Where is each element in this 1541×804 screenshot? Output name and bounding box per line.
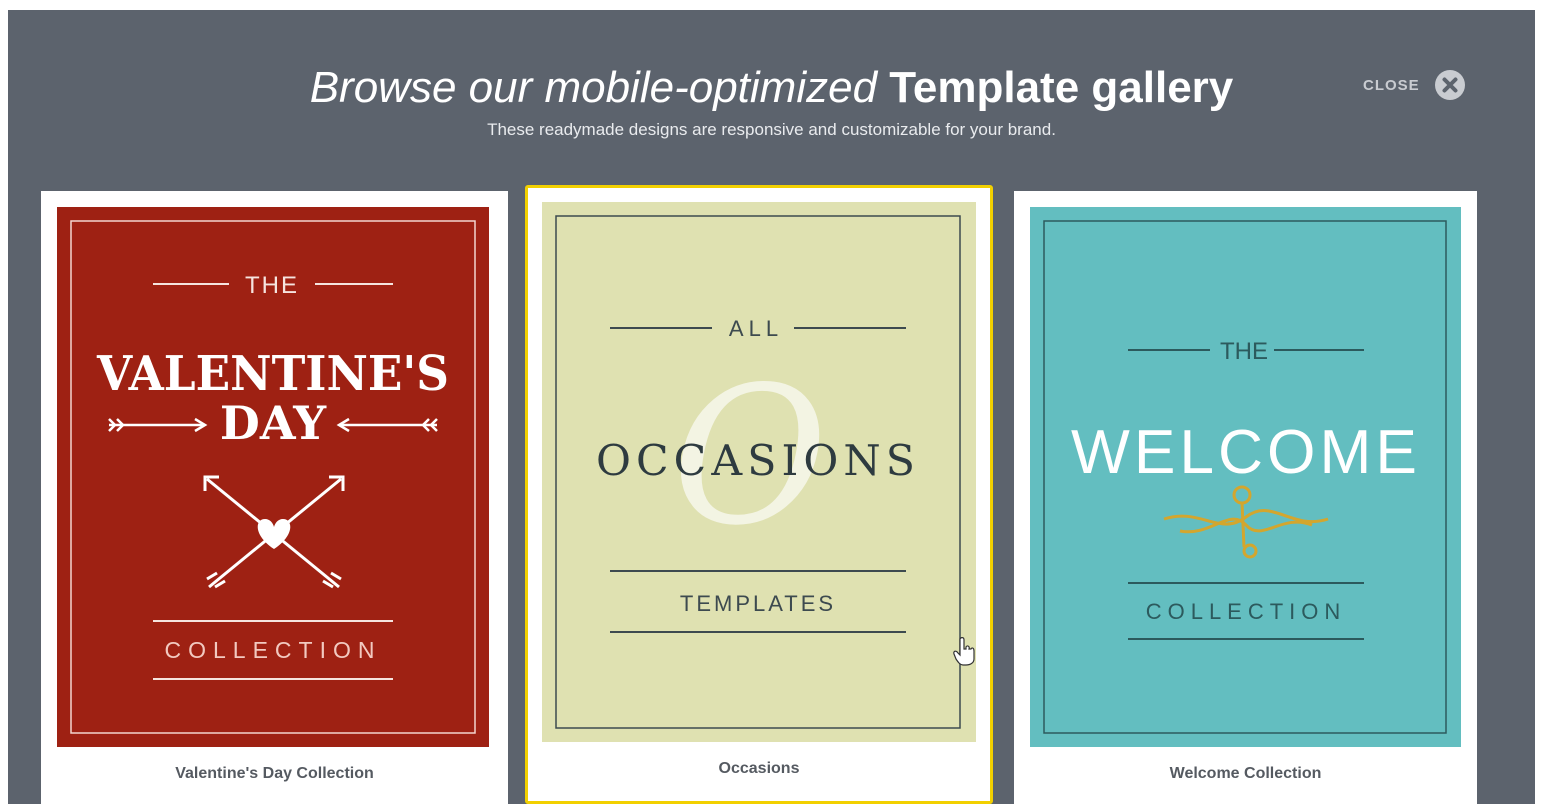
template-gallery-modal: Browse our mobile-optimized Template gal…: [8, 10, 1535, 804]
hand-cursor-icon: [953, 637, 975, 666]
welcome-art-bottom: COLLECTION: [1146, 599, 1347, 624]
template-card-occasions[interactable]: ALL O OCCASIONS TEMPLATES Occasions: [525, 185, 993, 804]
template-card-valentines[interactable]: THE VALENTINE'S DAY COLLECTION Valentine…: [41, 191, 508, 804]
modal-title: Browse our mobile-optimized Template gal…: [8, 60, 1535, 116]
modal-title-light: Browse our mobile-optimized: [309, 63, 878, 112]
close-circle-icon[interactable]: [1434, 69, 1466, 101]
welcome-art-title: WELCOME: [1071, 418, 1421, 487]
modal-subtitle: These readymade designs are responsive a…: [487, 120, 1056, 139]
valentines-art-bottom: COLLECTION: [165, 637, 382, 663]
template-caption: Welcome Collection: [1169, 765, 1322, 782]
welcome-art-top: THE: [1220, 338, 1268, 365]
template-caption: Valentine's Day Collection: [175, 765, 374, 782]
valentines-art-title-2: DAY: [220, 396, 327, 450]
occasions-art-top: ALL: [729, 316, 783, 341]
occasions-thumbnail[interactable]: ALL O OCCASIONS TEMPLATES: [542, 202, 976, 742]
close-label: CLOSE: [1363, 76, 1420, 94]
template-card-welcome[interactable]: THE WELCOME COLLECTION Welcome Collectio…: [1014, 191, 1477, 804]
valentines-thumbnail[interactable]: THE VALENTINE'S DAY COLLECTION: [57, 207, 489, 747]
valentines-art-title-1: VALENTINE'S: [96, 346, 449, 402]
modal-title-bold: Template gallery: [889, 63, 1234, 112]
welcome-thumbnail[interactable]: THE WELCOME COLLECTION: [1030, 207, 1461, 747]
close-button[interactable]: CLOSE: [1363, 70, 1466, 100]
occasions-art-bottom: TEMPLATES: [680, 591, 836, 616]
valentines-art-top: THE: [245, 272, 299, 299]
occasions-art-title: OCCASIONS: [596, 436, 920, 485]
template-caption: Occasions: [718, 760, 800, 777]
